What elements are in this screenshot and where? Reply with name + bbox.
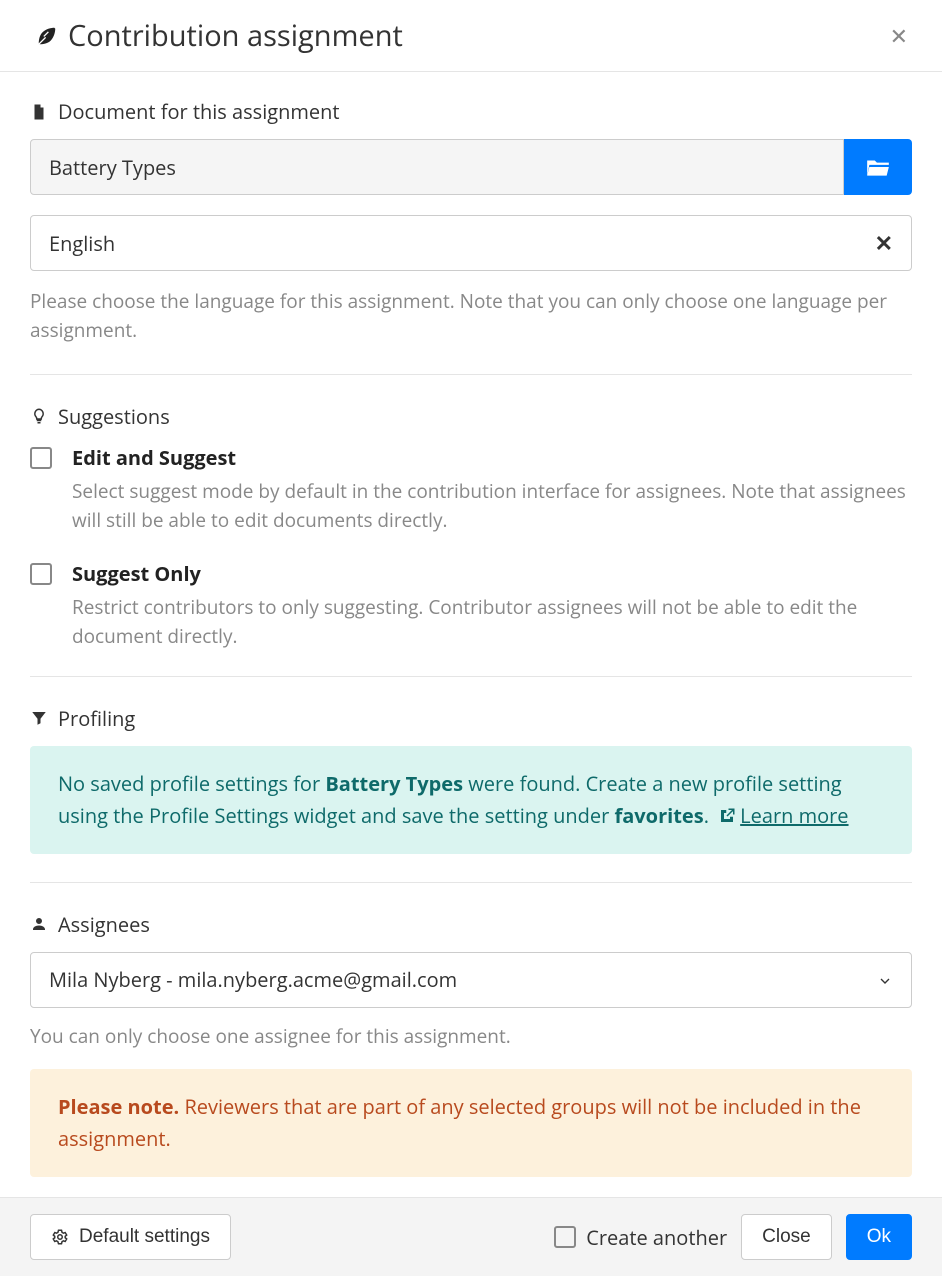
close-button[interactable]: Close xyxy=(741,1214,832,1260)
checkbox-edit-and-suggest[interactable] xyxy=(30,447,52,469)
assignee-help-text: You can only choose one assignee for thi… xyxy=(30,1022,912,1051)
checkbox[interactable] xyxy=(554,1226,576,1248)
checkbox-suggest-only[interactable] xyxy=(30,563,52,585)
divider xyxy=(30,676,912,677)
default-settings-button[interactable]: Default settings xyxy=(30,1214,231,1260)
browse-document-button[interactable] xyxy=(844,139,912,195)
close-icon[interactable]: ✕ xyxy=(886,21,912,51)
create-another-checkbox[interactable]: Create another xyxy=(554,1224,727,1251)
dialog-body: Document for this assignment Battery Typ… xyxy=(0,72,942,1197)
divider xyxy=(30,374,912,375)
option-label: Edit and Suggest xyxy=(72,444,912,471)
assignee-selected-value: Mila Nyberg - mila.nyberg.acme@gmail.com xyxy=(49,966,877,993)
feather-icon xyxy=(36,25,58,47)
document-input[interactable]: Battery Types xyxy=(30,139,844,195)
divider xyxy=(30,882,912,883)
file-icon xyxy=(30,103,48,121)
assignees-section-title: Assignees xyxy=(30,911,912,938)
contribution-assignment-dialog: Contribution assignment ✕ Document for t… xyxy=(0,0,942,1276)
ok-button[interactable]: Ok xyxy=(846,1214,912,1260)
lightbulb-icon xyxy=(30,407,48,425)
gear-icon xyxy=(51,1228,69,1246)
option-edit-and-suggest: Edit and Suggest Select suggest mode by … xyxy=(30,444,912,536)
assignee-select[interactable]: Mila Nyberg - mila.nyberg.acme@gmail.com xyxy=(30,952,912,1008)
filter-icon xyxy=(30,709,48,727)
dialog-header: Contribution assignment ✕ xyxy=(0,0,942,72)
dialog-footer: Default settings Create another Close Ok xyxy=(0,1197,942,1276)
clear-language-icon[interactable]: ✕ xyxy=(875,228,893,258)
language-help-text: Please choose the language for this assi… xyxy=(30,287,912,346)
folder-open-icon xyxy=(865,154,891,180)
option-label: Suggest Only xyxy=(72,560,912,587)
profiling-info-box: No saved profile settings for Battery Ty… xyxy=(30,746,912,854)
chevron-down-icon xyxy=(877,972,893,988)
external-link-icon xyxy=(718,802,736,820)
option-description: Restrict contributors to only suggesting… xyxy=(72,593,912,652)
language-value: English xyxy=(49,230,875,257)
learn-more-link[interactable]: Learn more xyxy=(740,802,848,829)
profiling-section-title: Profiling xyxy=(30,705,912,732)
option-suggest-only: Suggest Only Restrict contributors to on… xyxy=(30,560,912,652)
option-description: Select suggest mode by default in the co… xyxy=(72,477,912,536)
assignee-warning-box: Please note. Reviewers that are part of … xyxy=(30,1069,912,1177)
document-input-row: Battery Types xyxy=(30,139,912,195)
suggestions-section-title: Suggestions xyxy=(30,403,912,430)
document-section-title: Document for this assignment xyxy=(30,98,912,125)
user-icon xyxy=(30,915,48,933)
dialog-title: Contribution assignment xyxy=(68,16,886,55)
language-select[interactable]: English ✕ xyxy=(30,215,912,271)
